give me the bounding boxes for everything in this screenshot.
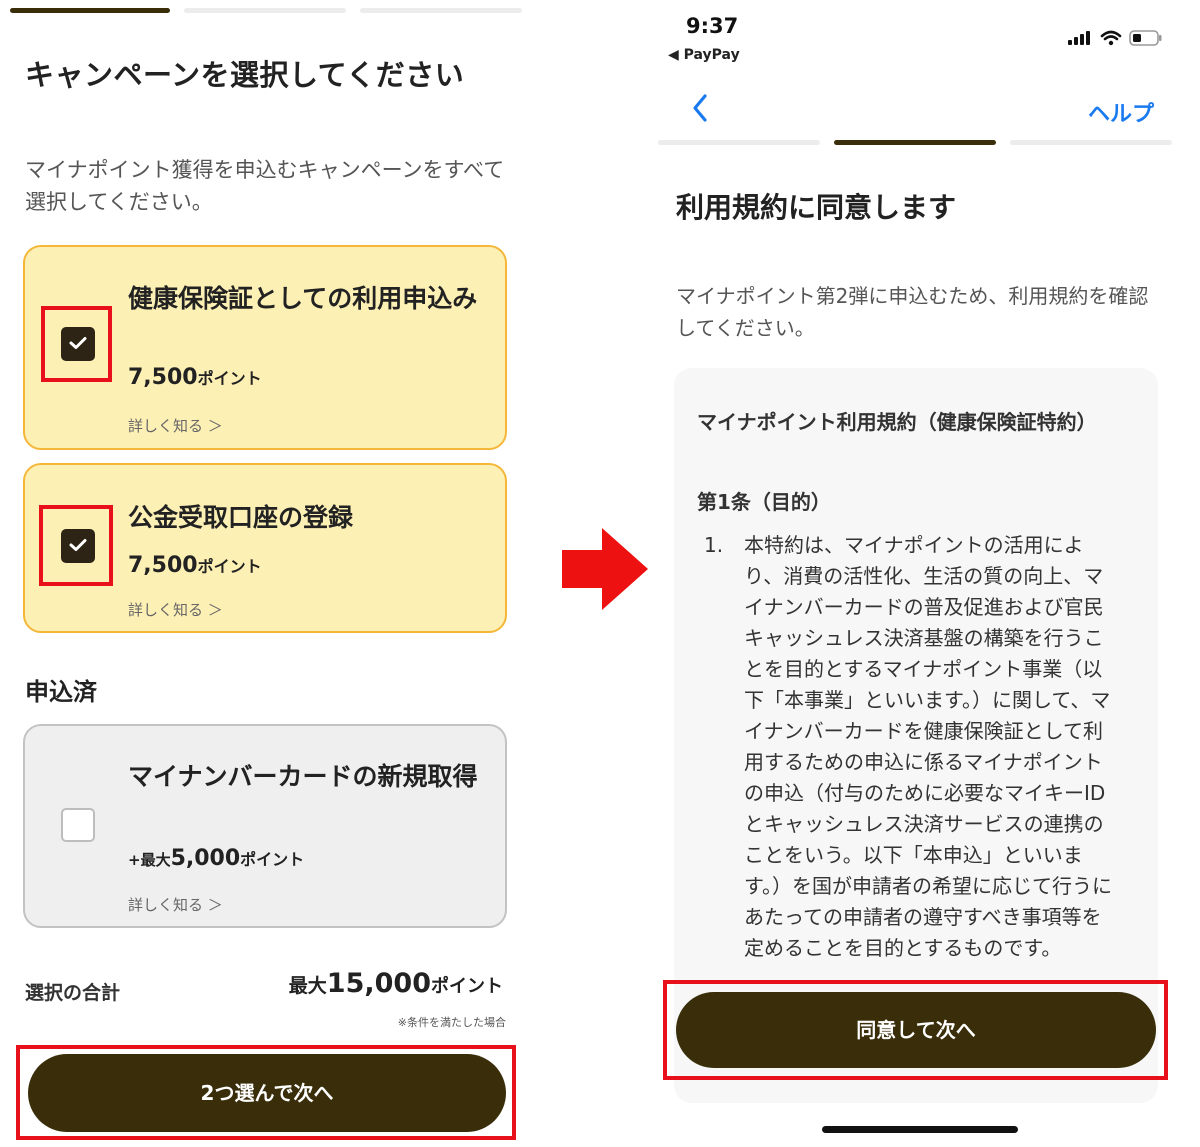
- campaign-checkbox: [61, 808, 95, 842]
- campaign-card-new-card: マイナンバーカードの新規取得 +最大5,000ポイント 詳しく知る ＞: [23, 724, 507, 928]
- terms-screen: 9:37 ◀ PayPay ヘルプ 利用規約に同意します マイナポイント第2弾に…: [656, 0, 1200, 1147]
- progress-step-1: [658, 140, 820, 145]
- wifi-icon: [1100, 30, 1122, 46]
- campaign-title: 健康保険証としての利用申込み: [128, 284, 478, 313]
- terms-article-heading: 第1条（目的）: [697, 490, 831, 514]
- campaign-title: 公金受取口座の登録: [128, 503, 354, 532]
- battery-icon: [1129, 30, 1162, 46]
- campaign-points: 7,500ポイント: [128, 553, 262, 578]
- progress-step-3: [360, 8, 522, 13]
- help-link[interactable]: ヘルプ: [1088, 96, 1154, 128]
- condition-note: ※条件を満たした場合: [397, 1016, 506, 1029]
- checkbox-highlight: [39, 505, 113, 586]
- learn-more-link[interactable]: 詳しく知る ＞: [128, 894, 223, 915]
- signal-icon: [1068, 31, 1090, 45]
- status-icons: [1068, 28, 1164, 52]
- total-points: 最大15,000ポイント: [288, 968, 503, 999]
- page-description: マイナポイント第2弾に申込むため、利用規約を確認してください。: [676, 284, 1149, 340]
- page-title: キャンペーンを選択してください: [25, 58, 465, 92]
- home-indicator: [822, 1126, 1018, 1133]
- campaign-title: マイナンバーカードの新規取得: [128, 762, 478, 791]
- terms-item-number: 1.: [704, 533, 724, 557]
- back-chevron-icon[interactable]: [690, 92, 710, 124]
- learn-more-link[interactable]: 詳しく知る ＞: [128, 415, 223, 436]
- total-label: 選択の合計: [25, 982, 121, 1004]
- checkbox-highlight: [41, 306, 112, 382]
- progress-step-2: [184, 8, 346, 13]
- progress-step-3: [1010, 140, 1172, 145]
- progress-step-1: [10, 8, 170, 13]
- applied-section-heading: 申込済: [25, 678, 97, 706]
- button-highlight: [16, 1045, 516, 1140]
- learn-more-link[interactable]: 詳しく知る ＞: [128, 599, 223, 620]
- terms-item-text: 本特約は、マイナポイントの活用により、消費の活性化、生活の質の向上、マイナンバー…: [744, 533, 1112, 960]
- status-time: 9:37: [686, 14, 739, 38]
- terms-title: マイナポイント利用規約（健康保険証特約）: [697, 410, 1097, 434]
- page-description: マイナポイント獲得を申込むキャンペーンをすべて選択してください。: [25, 158, 505, 214]
- button-highlight: [663, 980, 1168, 1080]
- progress-step-2: [834, 140, 996, 145]
- page-title: 利用規約に同意します: [676, 191, 957, 224]
- campaign-points: 7,500ポイント: [128, 365, 262, 390]
- back-to-app-link[interactable]: ◀ PayPay: [668, 47, 740, 63]
- campaign-points: +最大5,000ポイント: [128, 846, 305, 871]
- campaign-select-screen: キャンペーンを選択してください マイナポイント獲得を申込むキャンペーンをすべて選…: [0, 0, 540, 1147]
- arrow-right-icon: [562, 528, 648, 610]
